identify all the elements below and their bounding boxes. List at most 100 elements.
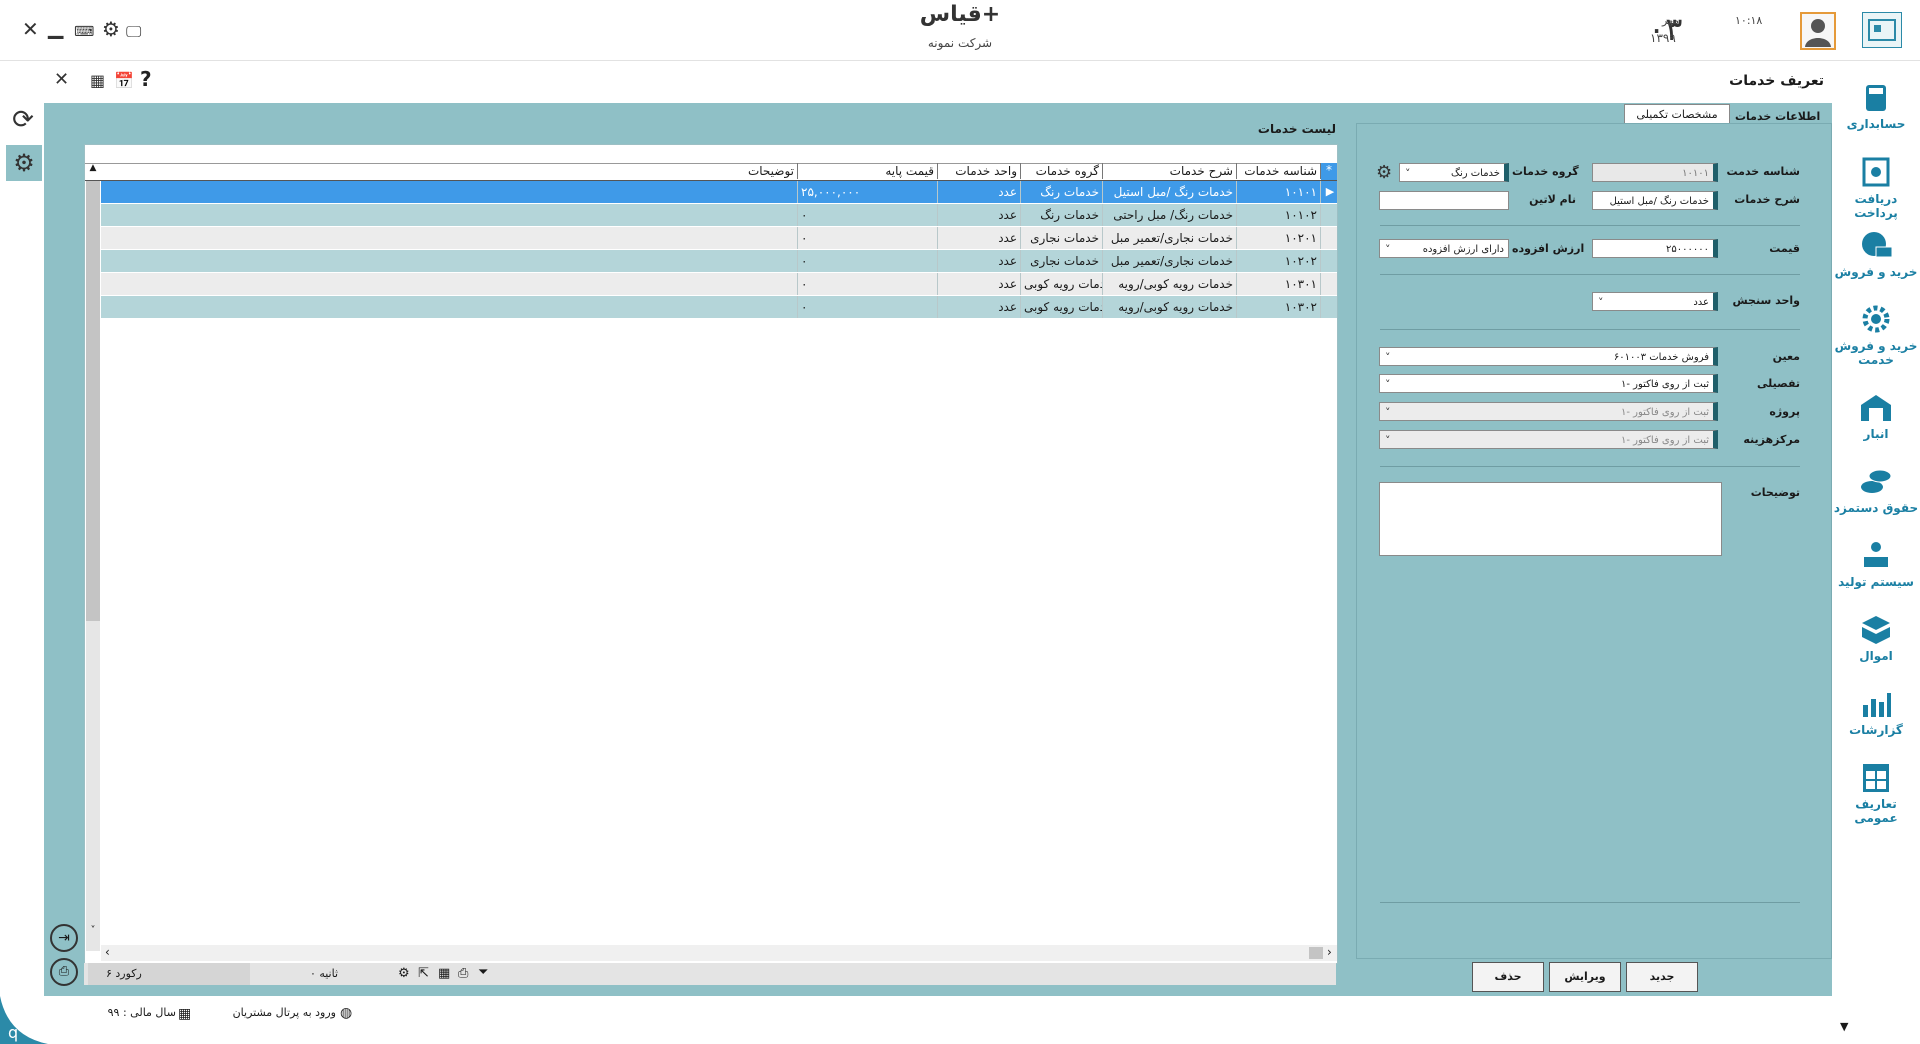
desc-field[interactable]: خدمات رنگ /مبل استیل — [1592, 191, 1718, 210]
user-avatar[interactable] — [1800, 12, 1836, 50]
cell-notes — [101, 273, 798, 295]
cell-id: ۱۰۲۰۱ — [1237, 227, 1321, 249]
company-logo-icon — [1862, 12, 1902, 48]
scroll-down-icon[interactable]: ˅ — [87, 925, 99, 936]
sidebar-item-service-sales[interactable]: خرید و فروش خدمت — [1832, 303, 1920, 367]
tafsili-dropdown[interactable]: ˅ ۱- ثبت از روی فاکتور — [1379, 374, 1718, 393]
sidebar-item-payroll[interactable]: حقوق دستمزد — [1832, 465, 1920, 515]
moein-dropdown[interactable]: ˅ ۶۰۱۰۰۳ فروش خدمات — [1379, 347, 1718, 366]
cell-notes — [101, 296, 798, 318]
group-settings-icon[interactable]: ⚙ — [1376, 162, 1392, 183]
calendar-icon[interactable]: 📅 — [114, 71, 134, 90]
cell-unit: عدد — [938, 204, 1021, 226]
unit-dropdown[interactable]: ˅ عدد — [1592, 292, 1718, 311]
vertical-scrollbar[interactable] — [86, 181, 100, 951]
cell-group: خدمات رویه کوبی — [1021, 296, 1103, 318]
sidebar-item-label: دریافت پرداخت — [1854, 192, 1898, 220]
gear-service-icon — [1862, 305, 1890, 333]
notes-textarea[interactable] — [1379, 482, 1722, 556]
divider — [1380, 902, 1800, 903]
table-row[interactable]: ۱۰۲۰۲ خدمات نجاری/تعمیر مبل خدمات نجاری عدد… — [101, 250, 1337, 273]
hscroll-thumb[interactable] — [1309, 947, 1323, 959]
sidebar-item-sales[interactable]: خرید و فروش — [1832, 229, 1920, 279]
group-value: خدمات رنگ — [1451, 168, 1500, 179]
customer-portal-link[interactable]: ورود به پرتال مشتریان — [212, 1006, 336, 1019]
costcenter-dropdown[interactable]: ˅ ۱- ثبت از روی فاکتور — [1379, 430, 1718, 449]
help-icon[interactable]: ? — [140, 67, 152, 91]
printer-icon[interactable]: ⎙ — [50, 958, 78, 986]
cell-unit: عدد — [938, 181, 1021, 203]
column-header-group[interactable]: گروه خدمات — [1021, 163, 1103, 179]
table-row[interactable]: ۱۰۱۰۲ خدمات رنگ/ مبل راحتی خدمات رنگ عدد ۰ — [101, 204, 1337, 227]
print-icon[interactable]: ⎙ — [458, 966, 468, 981]
svg-text:q: q — [8, 1023, 18, 1042]
project-dropdown[interactable]: ˅ ۱- ثبت از روی فاکتور — [1379, 402, 1718, 421]
scroll-right-icon[interactable]: › — [1327, 945, 1332, 959]
column-header-desc[interactable]: شرح خدمات — [1103, 163, 1237, 179]
close-form-icon[interactable]: ✕ — [54, 69, 69, 90]
cell-group: خدمات رنگ — [1021, 204, 1103, 226]
sidebar-item-production[interactable]: سیستم تولید — [1832, 539, 1920, 589]
column-header-price[interactable]: قیمت پایه — [798, 163, 938, 179]
project-value: ۱- ثبت از روی فاکتور — [1620, 407, 1709, 418]
sidebar-item-accounting[interactable]: حسابداری — [1832, 81, 1920, 131]
column-header-unit[interactable]: واحد خدمات — [938, 163, 1021, 179]
expand-down-icon[interactable]: ▼ — [1840, 1020, 1848, 1033]
costcenter-label: مرکزهزینه — [1743, 433, 1800, 446]
chevron-down-icon: ˅ — [1385, 378, 1391, 391]
exit-icon[interactable]: ⇥ — [50, 924, 78, 952]
latin-field[interactable] — [1379, 191, 1509, 210]
group-dropdown[interactable]: ˅ خدمات رنگ — [1399, 163, 1509, 182]
sidebar-item-warehouse[interactable]: انبار — [1832, 391, 1920, 441]
price-field[interactable]: ۲۵۰۰۰۰۰۰ — [1592, 239, 1718, 258]
export-icon[interactable]: ⇱ — [418, 966, 429, 981]
scroll-up-icon[interactable]: ▲ — [87, 163, 99, 180]
service-id-label: شناسه خدمت — [1726, 165, 1801, 178]
cell-unit: عدد — [938, 296, 1021, 318]
cell-price: ۰ — [798, 273, 938, 295]
grid-icon[interactable]: ▦ — [90, 71, 105, 90]
scrollbar-thumb[interactable] — [86, 181, 100, 621]
vat-dropdown[interactable]: ˅ دارای ارزش افزوده — [1379, 239, 1509, 258]
chevron-down-icon: ˅ — [1598, 296, 1604, 309]
sidebar-item-payments[interactable]: دریافت پرداخت — [1832, 156, 1920, 220]
edit-button[interactable]: ویرایش — [1549, 962, 1621, 992]
cell-price: ۰ — [798, 227, 938, 249]
sidebar-item-assets[interactable]: اموال — [1832, 613, 1920, 663]
cell-desc: خدمات نجاری/تعمیر مبل — [1103, 227, 1237, 249]
table-row[interactable]: ۱۰۱۰۱ خدمات رنگ /مبل استیل خدمات رنگ عدد ۲۵,… — [101, 181, 1337, 204]
new-button[interactable]: جدید — [1626, 962, 1698, 992]
filter-icon[interactable]: ⏷ — [478, 965, 488, 980]
vat-label: ارزش افزوده — [1512, 242, 1585, 255]
chevron-down-icon: ˅ — [1385, 351, 1391, 364]
scroll-left-icon[interactable]: ‹ — [105, 945, 110, 959]
sidebar-item-label: اموال — [1859, 649, 1893, 663]
safe-icon — [1862, 157, 1890, 187]
services-grid: شناسه خدمات شرح خدمات گروه خدمات واحد خد… — [84, 144, 1338, 964]
vat-value: دارای ارزش افزوده — [1422, 244, 1504, 255]
cell-unit: عدد — [938, 227, 1021, 249]
tafsili-value: ۱- ثبت از روی فاکتور — [1620, 379, 1709, 390]
app-title: قیاس+ — [919, 2, 1001, 27]
sidebar-item-reports[interactable]: گزارشات — [1832, 687, 1920, 737]
cell-price: ۲۵,۰۰۰,۰۰۰ — [798, 181, 938, 203]
new-row-icon[interactable]: * — [1321, 163, 1337, 180]
table-row[interactable]: ۱۰۲۰۱ خدمات نجاری/تعمیر مبل خدمات نجاری عدد… — [101, 227, 1337, 250]
sidebar-item-label: حسابداری — [1846, 117, 1906, 131]
refresh-icon[interactable]: ⟳ — [6, 105, 40, 141]
coins-icon — [1861, 469, 1892, 493]
cell-price: ۰ — [798, 250, 938, 272]
column-header-notes[interactable]: توضیحات — [101, 163, 798, 179]
cell-id: ۱۰۲۰۲ — [1237, 250, 1321, 272]
delete-button[interactable]: حذف — [1472, 962, 1544, 992]
service-id-field[interactable]: ۱۰۱۰۱ — [1592, 163, 1718, 182]
table-view-icon[interactable]: ▦ — [438, 966, 450, 981]
table-row[interactable]: ۱۰۳۰۱خدمات رویه کوبی/رویهخدمات رویه کوبی… — [101, 273, 1337, 296]
sidebar-item-definitions[interactable]: تعاریف عمومی — [1832, 761, 1920, 825]
settings-gear-icon[interactable]: ⚙ — [6, 145, 42, 181]
horizontal-scrollbar[interactable]: ‹ › — [101, 945, 1337, 961]
table-row[interactable]: ۱۰۳۰۲خدمات رویه کوبی/رویهخدمات رویه کوبی… — [101, 296, 1337, 319]
cell-id: ۱۰۳۰۱ — [1237, 273, 1321, 295]
column-header-id[interactable]: شناسه خدمات — [1237, 163, 1321, 179]
settings-icon[interactable]: ⚙ — [398, 966, 410, 981]
